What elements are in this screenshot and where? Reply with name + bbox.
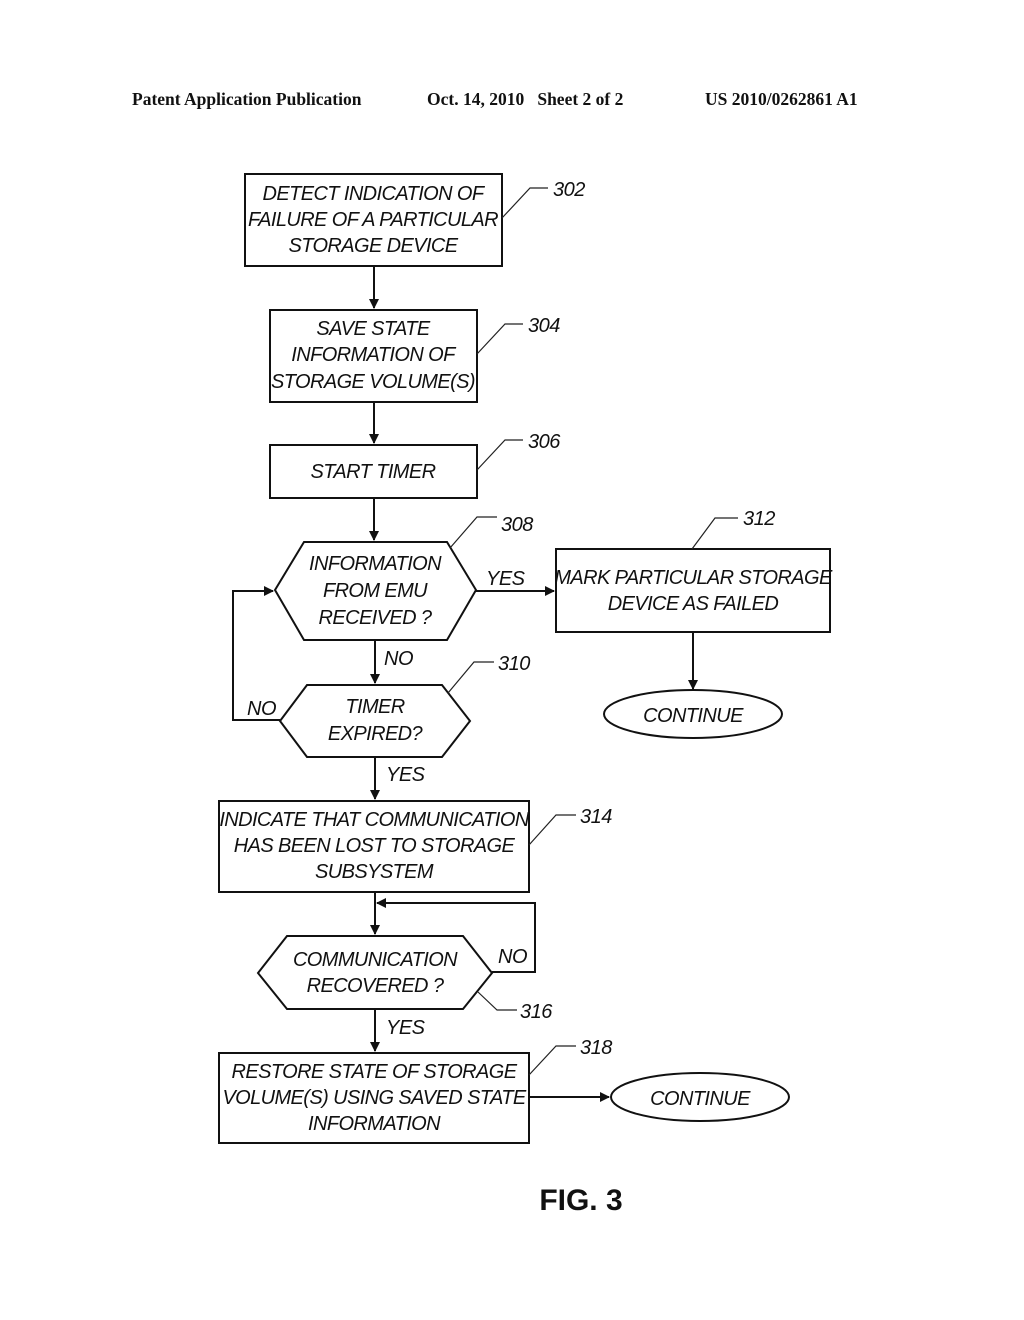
node-318-line-3: INFORMATION [308,1113,441,1135]
node-314-line-3: SUBSYSTEM [315,861,434,883]
label-310-no: NO [247,698,276,720]
node-314-line-1: INDICATE THAT COMMUNICATION [219,809,529,831]
decision-310: TIMER EXPIRED? [278,684,472,758]
node-304-line-3: STORAGE VOLUME(S) [271,371,475,393]
node-308-line-1: INFORMATION [309,553,442,575]
leader-306 [476,439,523,471]
leader-308 [449,516,497,549]
node-318-line-1: RESTORE STATE OF STORAGE [232,1061,518,1083]
leader-304 [476,323,523,355]
process-box-302: DETECT INDICATION OF FAILURE OF A PARTIC… [244,173,503,267]
decision-316: COMMUNICATION RECOVERED ? [256,935,494,1010]
node-302-line-3: STORAGE DEVICE [288,235,458,257]
ref-312: 312 [743,508,775,530]
process-box-314: INDICATE THAT COMMUNICATION HAS BEEN LOS… [218,800,530,893]
ref-308: 308 [501,514,533,536]
ref-318: 318 [580,1037,612,1059]
label-310-yes: YES [386,764,426,786]
figure-label: FIG. 3 [539,1184,622,1217]
leader-316 [477,991,517,1011]
ref-316: 316 [520,1001,553,1023]
node-310-line-2: EXPIRED? [328,723,424,745]
terminal-continue-2: CONTINUE [610,1072,790,1122]
ref-310: 310 [498,653,530,675]
label-308-no: NO [384,648,413,670]
ref-304: 304 [528,315,560,337]
ref-302: 302 [553,179,585,201]
process-box-304: SAVE STATE INFORMATION OF STORAGE VOLUME… [269,309,478,403]
label-316-yes: YES [386,1017,426,1039]
leader-314 [528,814,576,846]
label-308-yes: YES [486,568,526,590]
node-308-line-3: RECEIVED ? [319,607,433,629]
node-316-line-2: RECOVERED ? [307,975,445,997]
node-306-line-1: START TIMER [311,461,436,483]
process-box-312: MARK PARTICULAR STORAGE DEVICE AS FAILED [554,548,834,633]
continue-2-label: CONTINUE [650,1088,751,1110]
node-304-line-1: SAVE STATE [316,318,431,340]
leader-318 [528,1045,576,1076]
node-312-line-2: DEVICE AS FAILED [608,593,779,615]
flowchart: DETECT INDICATION OF FAILURE OF A PARTIC… [218,173,834,1217]
node-304-line-2: INFORMATION OF [291,344,457,366]
process-box-318: RESTORE STATE OF STORAGE VOLUME(S) USING… [218,1052,530,1144]
node-314-line-2: HAS BEEN LOST TO STORAGE [234,835,516,857]
leader-302 [501,187,548,219]
leader-310 [447,661,494,694]
continue-1-label: CONTINUE [643,705,744,727]
node-308-line-2: FROM EMU [323,580,428,602]
node-302-line-2: FAILURE OF A PARTICULAR [248,209,498,231]
terminal-continue-1: CONTINUE [603,689,783,739]
node-318-line-2: VOLUME(S) USING SAVED STATE [222,1087,526,1109]
node-310-line-1: TIMER [345,696,404,718]
label-316-no: NO [498,946,527,968]
ref-306: 306 [528,431,561,453]
node-316-line-1: COMMUNICATION [293,949,458,971]
node-312-line-1: MARK PARTICULAR STORAGE [554,567,833,589]
ref-314: 314 [580,806,612,828]
decision-308: INFORMATION FROM EMU RECEIVED ? [273,541,478,641]
node-302-line-1: DETECT INDICATION OF [263,183,486,205]
leader-312 [691,517,738,550]
process-box-306: START TIMER [269,444,478,499]
